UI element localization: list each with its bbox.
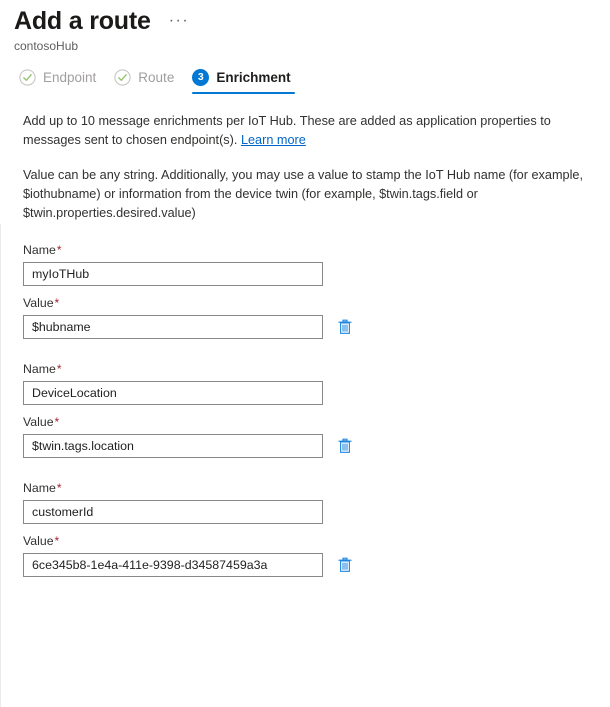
name-label-text: Name: [23, 243, 56, 257]
value-field-label: Value*: [23, 295, 610, 312]
name-field-label: Name*: [23, 480, 610, 497]
value-input-row: [23, 553, 610, 577]
name-input-row: [23, 500, 610, 524]
required-marker: *: [54, 296, 60, 310]
value-field-label: Value*: [23, 533, 610, 550]
name-label-text: Name: [23, 481, 56, 495]
enrichment-name-input[interactable]: [23, 500, 323, 524]
enrichment-value-input[interactable]: [23, 315, 323, 339]
delete-enrichment-button[interactable]: [336, 436, 354, 456]
step-number-badge: 3: [192, 69, 210, 86]
more-options-icon[interactable]: ···: [165, 12, 193, 30]
description-paragraph-2: Value can be any string. Additionally, y…: [23, 168, 583, 220]
enrichment-value-input[interactable]: [23, 553, 323, 577]
name-input-row: [23, 381, 610, 405]
check-circle-icon: [114, 69, 131, 86]
required-marker: *: [54, 534, 60, 548]
content-area: Add up to 10 message enrichments per IoT…: [0, 112, 610, 707]
required-marker: *: [56, 362, 62, 376]
page-title: Add a route: [14, 7, 151, 35]
name-field-label: Name*: [23, 242, 610, 259]
page-subtitle: contosoHub: [14, 39, 79, 53]
value-label-text: Value: [23, 415, 54, 429]
name-field-wrapper: Name*: [23, 480, 610, 524]
tab-route-label: Route: [138, 70, 175, 85]
value-input-row: [23, 315, 610, 339]
panel-divider: [0, 224, 1, 707]
enrichment-name-input[interactable]: [23, 381, 323, 405]
trash-icon: [338, 319, 352, 334]
trash-icon: [338, 557, 352, 572]
value-label-text: Value: [23, 296, 54, 310]
name-field-wrapper: Name*: [23, 242, 610, 286]
value-field-label: Value*: [23, 414, 610, 431]
tab-route[interactable]: Route: [108, 66, 186, 94]
active-tab-indicator: [192, 92, 295, 94]
tab-endpoint-label: Endpoint: [43, 70, 97, 85]
value-field-wrapper: Value*: [23, 295, 610, 339]
enrichment-row: Name* Value*: [23, 242, 610, 339]
title-row: Add a route ···: [14, 6, 610, 36]
description-paragraph-1: Add up to 10 message enrichments per IoT…: [23, 112, 587, 150]
tab-enrichment[interactable]: 3 Enrichment: [186, 66, 302, 94]
required-marker: *: [54, 415, 60, 429]
page-header: Add a route ··· contosoHub: [0, 0, 610, 54]
required-marker: *: [56, 243, 62, 257]
trash-icon: [338, 438, 352, 453]
field-group-spacer: [23, 348, 610, 361]
delete-enrichment-button[interactable]: [336, 555, 354, 575]
enrichment-name-input[interactable]: [23, 262, 323, 286]
tab-enrichment-label: Enrichment: [216, 70, 291, 85]
tab-endpoint[interactable]: Endpoint: [13, 66, 108, 94]
required-marker: *: [56, 481, 62, 495]
name-field-label: Name*: [23, 361, 610, 378]
name-field-wrapper: Name*: [23, 361, 610, 405]
wizard-tabs: Endpoint Route 3 Enrichment: [0, 66, 610, 94]
learn-more-link[interactable]: Learn more: [241, 133, 306, 147]
name-label-text: Name: [23, 362, 56, 376]
check-circle-icon: [19, 69, 36, 86]
value-label-text: Value: [23, 534, 54, 548]
name-input-row: [23, 262, 610, 286]
value-field-wrapper: Value*: [23, 414, 610, 458]
value-input-row: [23, 434, 610, 458]
enrichment-value-input[interactable]: [23, 434, 323, 458]
value-field-wrapper: Value*: [23, 533, 610, 577]
field-group-spacer: [23, 467, 610, 480]
enrichments-form: Name* Value*: [23, 242, 610, 577]
delete-enrichment-button[interactable]: [336, 317, 354, 337]
enrichment-row: Name* Value*: [23, 361, 610, 458]
enrichment-row: Name* Value*: [23, 480, 610, 577]
